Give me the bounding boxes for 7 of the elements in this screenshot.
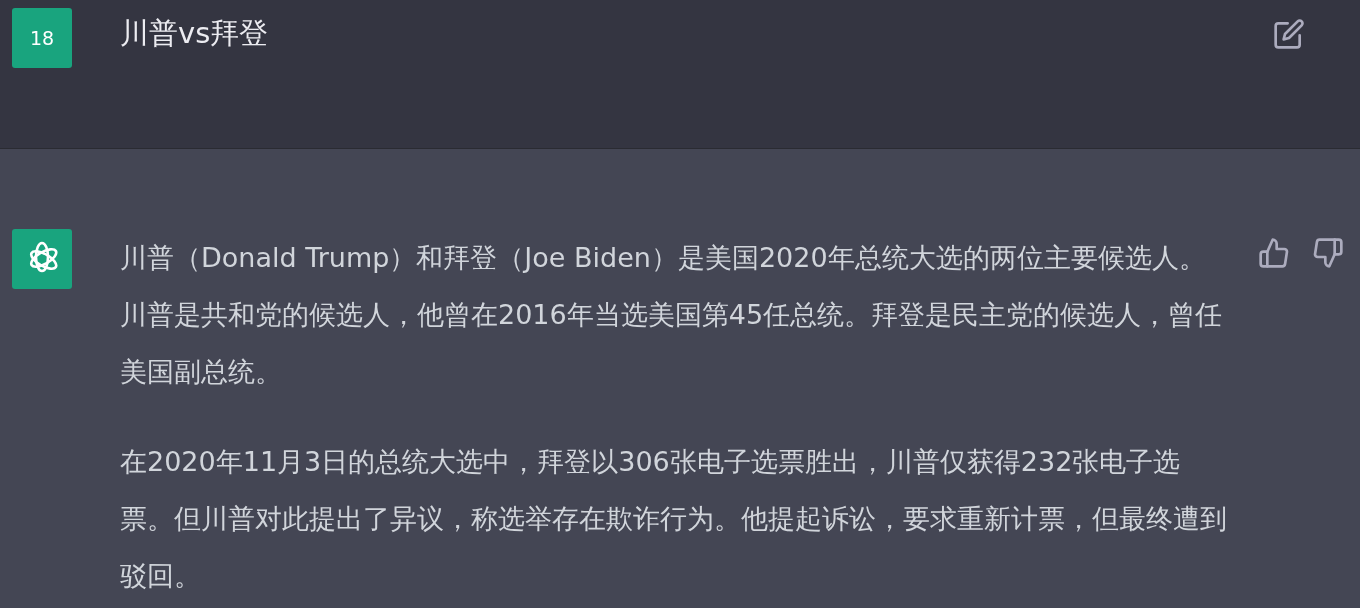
response-paragraph: 川普（Donald Trump）和拜登（Joe Biden）是美国2020年总统大选的两位主要候选人。川普是共和党的候选人，他曾在2016年当选美国第45任总统。拜登是民主党的候选人，曾任美国副总统。	[120, 241, 1224, 389]
thumbs-up-icon[interactable]	[1258, 237, 1290, 269]
response-paragraph: 在2020年11月3日的总统大选中，拜登以306张电子选票胜出，川普仅获得232张电子选票。但川普对此提出了异议，称选举存在欺诈行为。他提起诉讼，要求重新计票，但最终遭到驳回。	[120, 445, 1228, 593]
thumbs-down-icon[interactable]	[1312, 237, 1344, 269]
user-avatar: 18	[12, 8, 72, 68]
edit-icon[interactable]	[1273, 18, 1305, 50]
user-message: 川普vs拜登	[120, 15, 270, 52]
